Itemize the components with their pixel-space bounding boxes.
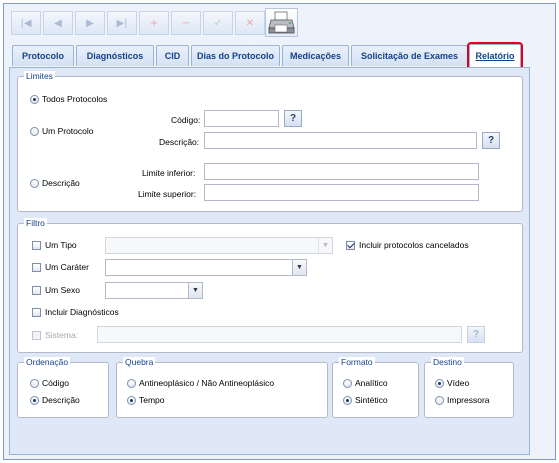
tab-medicacoes[interactable]: Medicações bbox=[282, 45, 349, 66]
last-icon: ▶| bbox=[116, 17, 128, 29]
todos-protocolos-label: Todos Protocolos bbox=[42, 94, 108, 104]
sistema-label: Sistema: bbox=[45, 330, 79, 340]
formato-analitico-radio[interactable] bbox=[343, 379, 352, 388]
limite-inferior-label: Limite inferior: bbox=[142, 168, 196, 178]
check-icon: ✓ bbox=[213, 17, 223, 29]
um-carater-label: Um Caráter bbox=[45, 262, 89, 272]
incluir-diagnosticos-label: Incluir Diagnósticos bbox=[45, 307, 119, 317]
first-icon: |◀ bbox=[20, 17, 32, 29]
tab-solicitacao-de-exames[interactable]: Solicitação de Exames bbox=[351, 45, 468, 66]
help-icon: ? bbox=[289, 113, 297, 124]
destino-group: Destino Vídeo Impressora bbox=[424, 357, 514, 418]
sistema-checkbox[interactable] bbox=[32, 331, 41, 340]
descricao-help-button[interactable]: ? bbox=[482, 132, 500, 149]
confirm-button[interactable]: ✓ bbox=[203, 11, 233, 35]
incluir-diagnosticos-checkbox[interactable] bbox=[32, 308, 41, 317]
descricao-field-label: Descrição: bbox=[159, 137, 200, 147]
cancel-button[interactable]: ✕ bbox=[235, 11, 265, 35]
chevron-down-icon: ▼ bbox=[188, 283, 202, 298]
help-icon: ? bbox=[487, 135, 495, 146]
tab-cid[interactable]: CID bbox=[156, 45, 189, 66]
next-record-button[interactable]: ▶ bbox=[75, 11, 105, 35]
ordenacao-codigo-label: Código bbox=[42, 378, 69, 388]
minus-icon: − bbox=[181, 17, 191, 29]
um-sexo-label: Um Sexo bbox=[45, 285, 80, 295]
descricao-radio-label: Descrição bbox=[42, 178, 80, 188]
incluir-cancelados-checkbox[interactable] bbox=[346, 241, 355, 250]
print-button[interactable] bbox=[265, 8, 298, 37]
carater-select[interactable]: ▼ bbox=[105, 259, 307, 276]
previous-record-button[interactable]: ◀ bbox=[43, 11, 73, 35]
printer-icon bbox=[268, 11, 295, 34]
chevron-down-icon: ▼ bbox=[292, 260, 306, 275]
quebra-antineoplasico-radio[interactable] bbox=[127, 379, 136, 388]
help-icon: ? bbox=[472, 329, 480, 340]
filtro-legend: Filtro bbox=[24, 218, 47, 229]
descricao-radio[interactable] bbox=[30, 179, 39, 188]
um-tipo-checkbox[interactable] bbox=[32, 241, 41, 250]
formato-legend: Formato bbox=[339, 357, 375, 368]
um-carater-checkbox[interactable] bbox=[32, 263, 41, 272]
ordenacao-descricao-label: Descrição bbox=[42, 395, 80, 405]
formato-analitico-label: Analítico bbox=[355, 378, 388, 388]
codigo-help-button[interactable]: ? bbox=[284, 110, 302, 127]
next-icon: ▶ bbox=[86, 17, 94, 29]
tipo-select[interactable]: ▼ bbox=[105, 237, 333, 254]
formato-sintetico-label: Sintético bbox=[355, 395, 388, 405]
sexo-select[interactable]: ▼ bbox=[105, 282, 203, 299]
destino-impressora-label: Impressora bbox=[447, 395, 490, 405]
add-button[interactable]: + bbox=[139, 11, 169, 35]
limite-superior-label: Limite superior: bbox=[138, 189, 197, 199]
destino-video-label: Vídeo bbox=[447, 378, 470, 388]
limite-superior-input[interactable] bbox=[204, 184, 479, 201]
ordenacao-legend: Ordenação bbox=[24, 357, 71, 368]
formato-group: Formato Analítico Sintético bbox=[332, 357, 419, 418]
first-record-button[interactable]: |◀ bbox=[11, 11, 41, 35]
quebra-legend: Quebra bbox=[123, 357, 156, 368]
close-icon: ✕ bbox=[245, 17, 255, 29]
limites-group: Limites Todos Protocolos Código: ? Um Pr… bbox=[17, 71, 523, 212]
um-protocolo-radio[interactable] bbox=[30, 127, 39, 136]
quebra-antineoplasico-label: Antineoplásico / Não Antineoplásico bbox=[139, 378, 275, 388]
previous-icon: ◀ bbox=[54, 17, 62, 29]
um-protocolo-label: Um Protocolo bbox=[42, 126, 94, 136]
codigo-label: Código: bbox=[171, 115, 201, 125]
tab-dias-do-protocolo[interactable]: Dias do Protocolo bbox=[191, 45, 280, 66]
remove-button[interactable]: − bbox=[171, 11, 201, 35]
um-sexo-checkbox[interactable] bbox=[32, 286, 41, 295]
relatorio-panel: Limites Todos Protocolos Código: ? Um Pr… bbox=[9, 68, 530, 455]
destino-legend: Destino bbox=[431, 357, 464, 368]
chevron-down-icon: ▼ bbox=[318, 238, 332, 253]
sistema-input[interactable] bbox=[97, 326, 462, 343]
filtro-group: Filtro Um Tipo ▼ Incluir protocolos canc… bbox=[17, 218, 523, 353]
quebra-group: Quebra Antineoplásico / Não Antineoplási… bbox=[116, 357, 328, 418]
quebra-tempo-radio[interactable] bbox=[127, 396, 136, 405]
tab-relatorio[interactable]: Relatório bbox=[467, 42, 523, 69]
tab-protocolo[interactable]: Protocolo bbox=[12, 45, 74, 66]
um-tipo-label: Um Tipo bbox=[45, 240, 77, 250]
incluir-cancelados-label: Incluir protocolos cancelados bbox=[359, 240, 469, 250]
todos-protocolos-radio[interactable] bbox=[30, 95, 39, 104]
ordenacao-codigo-radio[interactable] bbox=[30, 379, 39, 388]
quebra-tempo-label: Tempo bbox=[139, 395, 165, 405]
tab-diagnosticos[interactable]: Diagnósticos bbox=[76, 45, 154, 66]
ordenacao-descricao-radio[interactable] bbox=[30, 396, 39, 405]
codigo-input[interactable] bbox=[204, 110, 279, 127]
limites-legend: Limites bbox=[24, 71, 55, 82]
ordenacao-group: Ordenação Código Descrição bbox=[17, 357, 109, 418]
plus-icon: + bbox=[149, 17, 159, 29]
limite-inferior-input[interactable] bbox=[204, 163, 479, 180]
descricao-input[interactable] bbox=[204, 132, 477, 149]
destino-impressora-radio[interactable] bbox=[435, 396, 444, 405]
last-record-button[interactable]: ▶| bbox=[107, 11, 137, 35]
sistema-help-button[interactable]: ? bbox=[467, 326, 485, 343]
formato-sintetico-radio[interactable] bbox=[343, 396, 352, 405]
destino-video-radio[interactable] bbox=[435, 379, 444, 388]
